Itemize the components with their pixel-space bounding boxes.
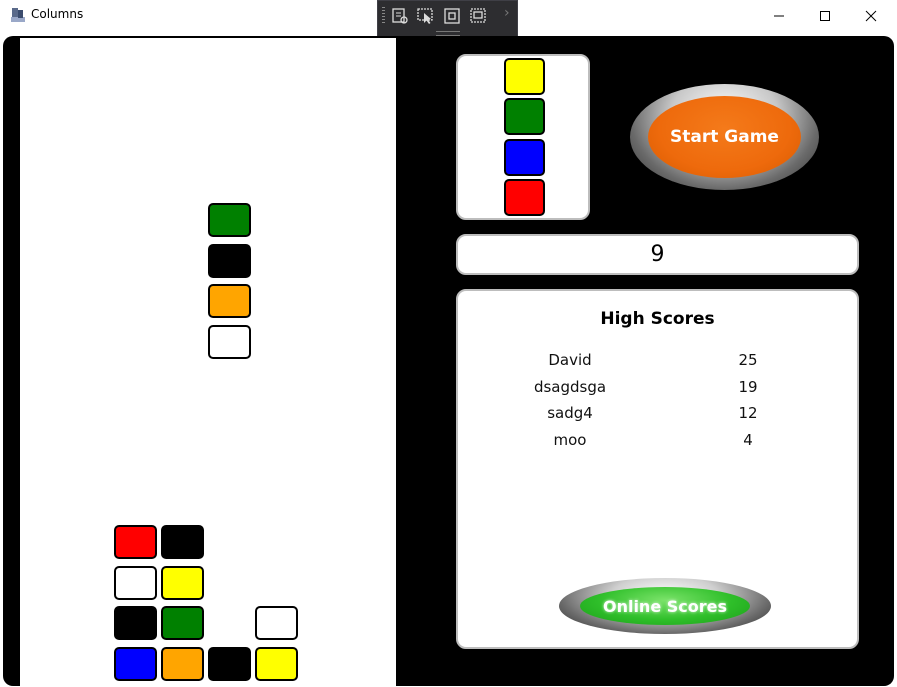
player-score: 25 [738, 351, 758, 369]
close-button[interactable] [848, 0, 894, 32]
app-icon [11, 8, 25, 22]
next-block [504, 139, 545, 176]
high-score-row: sadg4 12 [458, 404, 857, 426]
next-piece-panel [456, 54, 590, 220]
high-score-row: moo 4 [458, 431, 857, 453]
player-name: David [548, 351, 592, 369]
high-score-row: David 25 [458, 351, 857, 373]
high-score-row: dsagdsga 19 [458, 378, 857, 400]
select-element-icon[interactable] [416, 6, 436, 26]
falling-block [208, 203, 251, 237]
player-name: moo [553, 431, 587, 449]
stacked-block [114, 606, 157, 640]
live-visual-tree-icon[interactable] [390, 6, 410, 26]
stacked-block [114, 566, 157, 600]
maximize-icon [820, 11, 830, 21]
chevron-right-icon[interactable]: › [504, 5, 510, 21]
falling-block [208, 325, 251, 359]
stacked-block [114, 525, 157, 559]
debug-toolbar: › [377, 0, 518, 37]
high-scores-title: High Scores [600, 309, 715, 329]
stacked-block [208, 647, 251, 681]
game-board [20, 38, 396, 686]
toolbar-grip[interactable] [382, 7, 385, 25]
next-block [504, 98, 545, 135]
player-score: 4 [743, 431, 753, 449]
stacked-block [114, 647, 157, 681]
close-icon [865, 10, 877, 22]
display-adorners-icon[interactable] [442, 6, 462, 26]
player-name: dsagdsga [533, 378, 607, 396]
minimize-button[interactable] [756, 0, 802, 32]
stacked-block [255, 647, 298, 681]
stacked-block [161, 647, 204, 681]
high-scores-panel: High Scores David 25 dsagdsga 19 sadg4 1… [456, 289, 859, 649]
stacked-block [161, 566, 204, 600]
stacked-block [161, 606, 204, 640]
online-scores-label: Online Scores [580, 587, 750, 625]
window-title: Columns [31, 7, 84, 21]
player-score: 12 [738, 404, 758, 422]
next-block [504, 179, 545, 216]
stacked-block [161, 525, 204, 559]
online-scores-button[interactable]: Online Scores [559, 578, 771, 634]
score-display: 9 [456, 234, 859, 275]
next-block [504, 58, 545, 95]
minimize-icon [774, 15, 784, 17]
start-game-label: Start Game [648, 96, 801, 178]
start-game-button[interactable]: Start Game [630, 84, 819, 190]
track-focus-icon[interactable] [468, 6, 488, 26]
maximize-button[interactable] [802, 0, 848, 32]
falling-block [208, 244, 251, 278]
stacked-block [255, 606, 298, 640]
player-name: sadg4 [547, 404, 593, 422]
player-score: 19 [738, 378, 758, 396]
falling-block [208, 284, 251, 318]
